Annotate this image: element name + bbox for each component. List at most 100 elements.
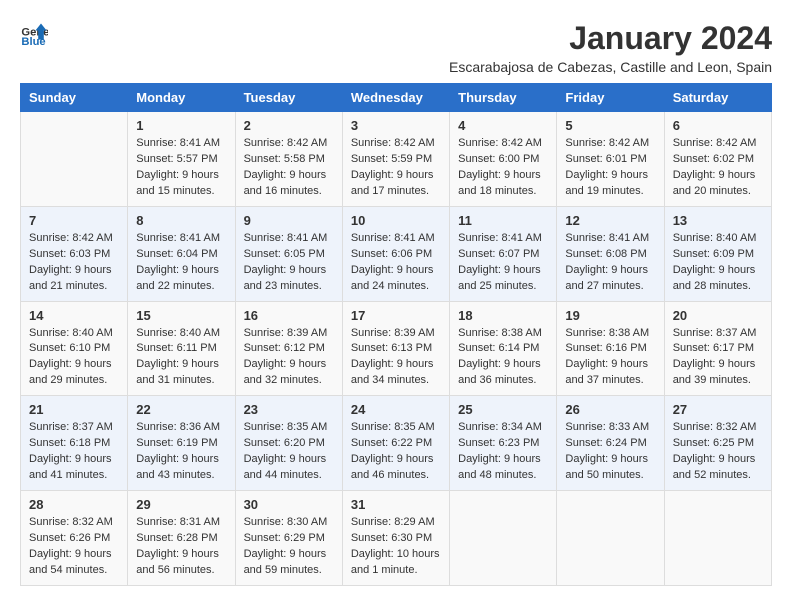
day-number: 20 xyxy=(673,308,763,323)
cell-content: Sunrise: 8:42 AMSunset: 6:03 PMDaylight:… xyxy=(29,231,119,295)
day-number: 15 xyxy=(136,308,226,323)
calendar-cell: 16 Sunrise: 8:39 AMSunset: 6:12 PMDayligh… xyxy=(235,301,342,396)
calendar-cell: 20 Sunrise: 8:37 AMSunset: 6:17 PMDayligh… xyxy=(664,301,771,396)
calendar-cell: 19Sunrise: 8:38 AMSunset: 6:16 PMDayligh… xyxy=(557,301,664,396)
calendar-cell: 4 Sunrise: 8:42 AMSunset: 6:00 PMDaylight… xyxy=(450,112,557,207)
calendar-cell: 29 Sunrise: 8:31 AMSunset: 6:28 PMDayligh… xyxy=(128,491,235,586)
calendar-week-row: 28 Sunrise: 8:32 AMSunset: 6:26 PMDayligh… xyxy=(21,491,772,586)
calendar-cell: 31Sunrise: 8:29 AMSunset: 6:30 PMDayligh… xyxy=(342,491,449,586)
calendar-cell: 11 Sunrise: 8:41 AMSunset: 6:07 PMDayligh… xyxy=(450,206,557,301)
day-number: 4 xyxy=(458,118,548,133)
day-of-week-header: Monday xyxy=(128,84,235,112)
calendar-header-row: SundayMondayTuesdayWednesdayThursdayFrid… xyxy=(21,84,772,112)
calendar-cell: 27 Sunrise: 8:32 AMSunset: 6:25 PMDayligh… xyxy=(664,396,771,491)
day-of-week-header: Wednesday xyxy=(342,84,449,112)
calendar-week-row: 7 Sunrise: 8:42 AMSunset: 6:03 PMDaylight… xyxy=(21,206,772,301)
calendar-cell: 13 Sunrise: 8:40 AMSunset: 6:09 PMDayligh… xyxy=(664,206,771,301)
calendar-cell: 23 Sunrise: 8:35 AMSunset: 6:20 PMDayligh… xyxy=(235,396,342,491)
calendar-cell: 6Sunrise: 8:42 AMSunset: 6:02 PMDaylight… xyxy=(664,112,771,207)
cell-content: Sunrise: 8:41 AMSunset: 5:57 PMDaylight:… xyxy=(136,136,226,200)
calendar-cell: 14 Sunrise: 8:40 AMSunset: 6:10 PMDayligh… xyxy=(21,301,128,396)
day-number: 13 xyxy=(673,213,763,228)
calendar-cell: 5 Sunrise: 8:42 AMSunset: 6:01 PMDaylight… xyxy=(557,112,664,207)
day-number: 10 xyxy=(351,213,441,228)
cell-content: Sunrise: 8:35 AMSunset: 6:22 PMDaylight:… xyxy=(351,420,441,484)
cell-content: Sunrise: 8:39 AMSunset: 6:12 PMDaylight:… xyxy=(244,326,334,390)
day-number: 18 xyxy=(458,308,548,323)
cell-content: Sunrise: 8:41 AMSunset: 6:06 PMDaylight:… xyxy=(351,231,441,295)
calendar-cell: 17 Sunrise: 8:39 AMSunset: 6:13 PMDayligh… xyxy=(342,301,449,396)
day-number: 30 xyxy=(244,497,334,512)
day-number: 25 xyxy=(458,402,548,417)
day-number: 28 xyxy=(29,497,119,512)
calendar-cell: 3Sunrise: 8:42 AMSunset: 5:59 PMDaylight… xyxy=(342,112,449,207)
day-of-week-header: Saturday xyxy=(664,84,771,112)
calendar-cell: 8 Sunrise: 8:41 AMSunset: 6:04 PMDaylight… xyxy=(128,206,235,301)
day-number: 26 xyxy=(565,402,655,417)
calendar-week-row: 1 Sunrise: 8:41 AMSunset: 5:57 PMDaylight… xyxy=(21,112,772,207)
day-number: 9 xyxy=(244,213,334,228)
cell-content: Sunrise: 8:37 AMSunset: 6:18 PMDaylight:… xyxy=(29,420,119,484)
day-of-week-header: Sunday xyxy=(21,84,128,112)
day-number: 22 xyxy=(136,402,226,417)
calendar-cell: 1 Sunrise: 8:41 AMSunset: 5:57 PMDaylight… xyxy=(128,112,235,207)
cell-content: Sunrise: 8:31 AMSunset: 6:28 PMDaylight:… xyxy=(136,515,226,579)
cell-content: Sunrise: 8:41 AMSunset: 6:07 PMDaylight:… xyxy=(458,231,548,295)
cell-content: Sunrise: 8:29 AMSunset: 6:30 PMDaylight:… xyxy=(351,515,441,579)
calendar-cell xyxy=(664,491,771,586)
title-area: January 2024 Escarabajosa de Cabezas, Ca… xyxy=(449,20,772,75)
cell-content: Sunrise: 8:41 AMSunset: 6:04 PMDaylight:… xyxy=(136,231,226,295)
calendar-week-row: 21 Sunrise: 8:37 AMSunset: 6:18 PMDayligh… xyxy=(21,396,772,491)
cell-content: Sunrise: 8:40 AMSunset: 6:10 PMDaylight:… xyxy=(29,326,119,390)
day-number: 1 xyxy=(136,118,226,133)
cell-content: Sunrise: 8:36 AMSunset: 6:19 PMDaylight:… xyxy=(136,420,226,484)
calendar-cell: 15Sunrise: 8:40 AMSunset: 6:11 PMDayligh… xyxy=(128,301,235,396)
calendar-cell: 2Sunrise: 8:42 AMSunset: 5:58 PMDaylight… xyxy=(235,112,342,207)
day-number: 11 xyxy=(458,213,548,228)
cell-content: Sunrise: 8:38 AMSunset: 6:14 PMDaylight:… xyxy=(458,326,548,390)
calendar-cell: 28 Sunrise: 8:32 AMSunset: 6:26 PMDayligh… xyxy=(21,491,128,586)
cell-content: Sunrise: 8:32 AMSunset: 6:26 PMDaylight:… xyxy=(29,515,119,579)
calendar-cell: 30 Sunrise: 8:30 AMSunset: 6:29 PMDayligh… xyxy=(235,491,342,586)
day-number: 23 xyxy=(244,402,334,417)
day-number: 5 xyxy=(565,118,655,133)
month-title: January 2024 xyxy=(449,20,772,57)
calendar-body: 1 Sunrise: 8:41 AMSunset: 5:57 PMDaylight… xyxy=(21,112,772,586)
calendar-cell: 7 Sunrise: 8:42 AMSunset: 6:03 PMDaylight… xyxy=(21,206,128,301)
cell-content: Sunrise: 8:39 AMSunset: 6:13 PMDaylight:… xyxy=(351,326,441,390)
calendar-cell: 12Sunrise: 8:41 AMSunset: 6:08 PMDayligh… xyxy=(557,206,664,301)
calendar-cell: 25 Sunrise: 8:34 AMSunset: 6:23 PMDayligh… xyxy=(450,396,557,491)
logo: General Blue xyxy=(20,20,48,48)
calendar-cell xyxy=(21,112,128,207)
logo-icon: General Blue xyxy=(20,20,48,48)
day-number: 6 xyxy=(673,118,763,133)
day-number: 16 xyxy=(244,308,334,323)
day-number: 27 xyxy=(673,402,763,417)
day-of-week-header: Tuesday xyxy=(235,84,342,112)
cell-content: Sunrise: 8:42 AMSunset: 6:00 PMDaylight:… xyxy=(458,136,548,200)
cell-content: Sunrise: 8:40 AMSunset: 6:09 PMDaylight:… xyxy=(673,231,763,295)
cell-content: Sunrise: 8:35 AMSunset: 6:20 PMDaylight:… xyxy=(244,420,334,484)
day-number: 12 xyxy=(565,213,655,228)
calendar-cell: 10 Sunrise: 8:41 AMSunset: 6:06 PMDayligh… xyxy=(342,206,449,301)
calendar-cell: 21 Sunrise: 8:37 AMSunset: 6:18 PMDayligh… xyxy=(21,396,128,491)
day-number: 29 xyxy=(136,497,226,512)
cell-content: Sunrise: 8:42 AMSunset: 5:58 PMDaylight:… xyxy=(244,136,334,200)
calendar-table: SundayMondayTuesdayWednesdayThursdayFrid… xyxy=(20,83,772,586)
cell-content: Sunrise: 8:41 AMSunset: 6:05 PMDaylight:… xyxy=(244,231,334,295)
day-number: 21 xyxy=(29,402,119,417)
day-number: 17 xyxy=(351,308,441,323)
day-number: 24 xyxy=(351,402,441,417)
calendar-week-row: 14 Sunrise: 8:40 AMSunset: 6:10 PMDayligh… xyxy=(21,301,772,396)
day-of-week-header: Friday xyxy=(557,84,664,112)
day-number: 14 xyxy=(29,308,119,323)
cell-content: Sunrise: 8:34 AMSunset: 6:23 PMDaylight:… xyxy=(458,420,548,484)
day-number: 8 xyxy=(136,213,226,228)
cell-content: Sunrise: 8:42 AMSunset: 5:59 PMDaylight:… xyxy=(351,136,441,200)
cell-content: Sunrise: 8:30 AMSunset: 6:29 PMDaylight:… xyxy=(244,515,334,579)
cell-content: Sunrise: 8:32 AMSunset: 6:25 PMDaylight:… xyxy=(673,420,763,484)
calendar-cell: 18 Sunrise: 8:38 AMSunset: 6:14 PMDayligh… xyxy=(450,301,557,396)
day-number: 7 xyxy=(29,213,119,228)
cell-content: Sunrise: 8:37 AMSunset: 6:17 PMDaylight:… xyxy=(673,326,763,390)
cell-content: Sunrise: 8:42 AMSunset: 6:01 PMDaylight:… xyxy=(565,136,655,200)
